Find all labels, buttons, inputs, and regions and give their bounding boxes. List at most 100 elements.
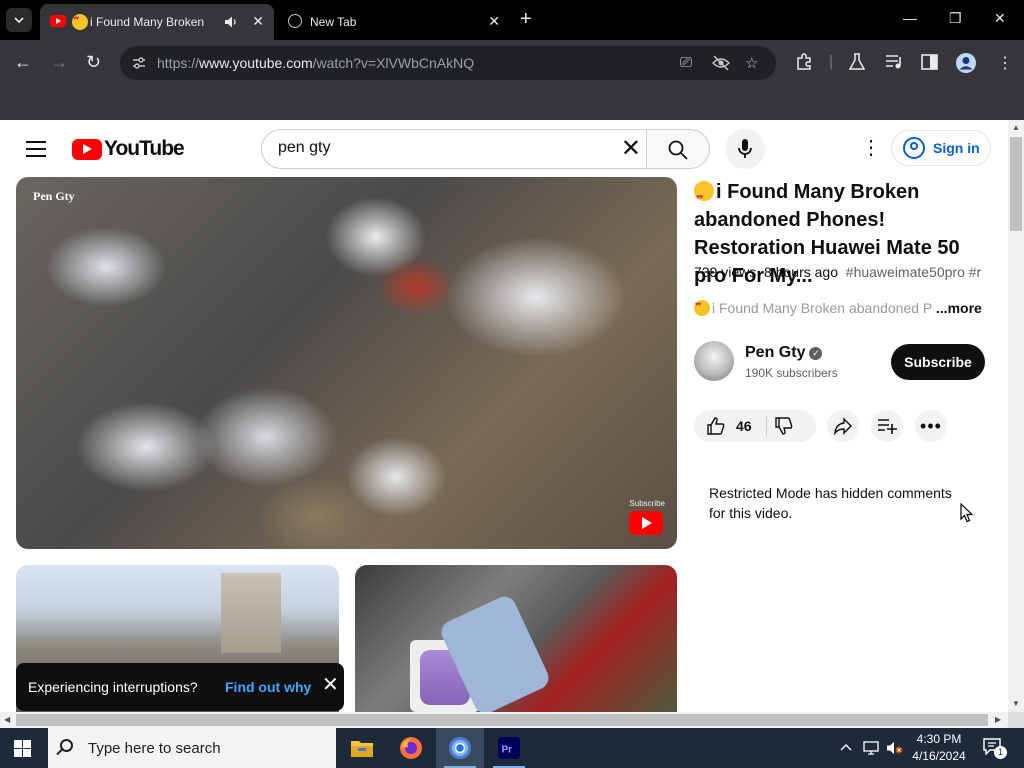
chevron-down-icon bbox=[14, 17, 24, 24]
profile-avatar-icon[interactable] bbox=[955, 52, 977, 74]
side-panel-icon[interactable] bbox=[921, 54, 938, 70]
microphone-icon bbox=[738, 139, 752, 158]
scroll-down-arrow-icon[interactable]: ▼ bbox=[1012, 699, 1020, 708]
search-button[interactable] bbox=[646, 129, 710, 169]
youtube-play-icon bbox=[72, 138, 102, 160]
star-struck-emoji-icon bbox=[694, 300, 710, 316]
mouse-cursor-icon bbox=[960, 503, 974, 523]
firefox-app[interactable] bbox=[387, 728, 435, 768]
settings-kebab-icon[interactable]: ⋮ bbox=[861, 138, 881, 158]
windows-taskbar: Type here to search Pr 4:30 PM 4/16/2024… bbox=[0, 728, 1024, 768]
account-circle-icon bbox=[903, 137, 925, 159]
subscribe-watermark-label: Subscribe bbox=[629, 499, 665, 508]
tab-title: i Found Many Broken abandoned Phones! Re… bbox=[90, 15, 208, 29]
restore-icon[interactable]: ❐ bbox=[949, 10, 962, 27]
close-toast-icon[interactable]: ✕ bbox=[322, 675, 339, 695]
search-input[interactable] bbox=[278, 139, 608, 157]
save-to-playlist-button[interactable] bbox=[871, 410, 903, 442]
network-icon[interactable] bbox=[863, 741, 879, 755]
search-box: ✕ bbox=[261, 129, 647, 169]
vertical-scroll-thumb[interactable] bbox=[1010, 137, 1022, 231]
chrome-app[interactable] bbox=[436, 728, 484, 768]
vertical-scrollbar[interactable]: ▲ ▼ bbox=[1008, 120, 1024, 712]
install-app-icon[interactable]: ⎚ bbox=[680, 54, 692, 71]
browser-menu-kebab-icon[interactable]: ⋮ bbox=[997, 53, 1013, 73]
firefox-icon bbox=[400, 737, 422, 759]
scroll-right-arrow-icon[interactable]: ▶ bbox=[995, 715, 1001, 724]
horizontal-scrollbar[interactable]: ◀ ▶ bbox=[0, 712, 1008, 728]
hamburger-menu-icon[interactable] bbox=[26, 141, 46, 157]
like-dislike-group: 46 bbox=[694, 410, 816, 442]
video-meta: 739 views 8 hours ago #huaweimate50pro #… bbox=[694, 264, 984, 280]
building-image bbox=[221, 573, 281, 653]
thumbs-up-icon bbox=[707, 417, 725, 435]
tab-youtube[interactable]: i Found Many Broken abandoned Phones! Re… bbox=[40, 4, 274, 40]
sign-in-label: Sign in bbox=[933, 140, 980, 156]
media-controls-icon[interactable] bbox=[885, 54, 903, 70]
sign-in-button[interactable]: Sign in bbox=[891, 130, 991, 166]
youtube-masthead: YouTube ✕ ⋮ Sign in bbox=[0, 120, 1008, 178]
svg-text:Pr: Pr bbox=[502, 745, 513, 756]
youtube-logo[interactable]: YouTube bbox=[72, 137, 185, 161]
like-button[interactable]: 46 bbox=[694, 410, 764, 442]
forward-arrow-icon[interactable]: → bbox=[50, 52, 68, 72]
channel-avatar[interactable] bbox=[694, 341, 734, 381]
related-video-thumbnail[interactable] bbox=[355, 565, 677, 712]
subscriber-count: 190K subscribers bbox=[745, 366, 838, 380]
clock-date: 4/16/2024 bbox=[912, 749, 966, 763]
browser-toolbar: ← → ↻ https://www.youtube.com/watch?v=Xl… bbox=[0, 40, 1024, 86]
system-clock[interactable]: 4:30 PM 4/16/2024 bbox=[908, 731, 970, 765]
upload-time: 8 hours ago bbox=[764, 264, 838, 280]
close-window-icon[interactable]: ✕ bbox=[994, 10, 1006, 27]
scrollbar-corner bbox=[1008, 712, 1024, 728]
video-description[interactable]: i Found Many Broken abandoned P ...more bbox=[694, 300, 994, 316]
thumbs-down-icon[interactable] bbox=[774, 416, 794, 436]
taskbar-search-box[interactable]: Type here to search bbox=[48, 728, 336, 768]
site-info-tune-icon[interactable] bbox=[132, 56, 146, 70]
show-more-link[interactable]: ...more bbox=[936, 300, 982, 316]
youtube-page: YouTube ✕ ⋮ Sign in Pen Gty Subscribe Ex… bbox=[0, 120, 1008, 712]
more-horizontal-icon: ••• bbox=[920, 416, 942, 436]
volume-muted-icon[interactable] bbox=[886, 741, 904, 755]
notification-count-badge: 1 bbox=[994, 746, 1007, 759]
scroll-left-arrow-icon[interactable]: ◀ bbox=[4, 715, 10, 724]
share-button[interactable] bbox=[827, 410, 859, 442]
windows-start-icon[interactable] bbox=[14, 740, 32, 757]
tab-search-button[interactable] bbox=[6, 8, 32, 32]
file-explorer-app[interactable] bbox=[338, 728, 386, 768]
labs-flask-icon[interactable] bbox=[849, 53, 865, 71]
globe-icon bbox=[288, 14, 302, 28]
folder-icon bbox=[351, 741, 373, 757]
hashtags[interactable]: #huaweimate50pro #r bbox=[846, 264, 981, 280]
search-icon bbox=[60, 739, 73, 752]
subscribe-watermark-icon[interactable] bbox=[629, 511, 663, 535]
taskbar-search-placeholder: Type here to search bbox=[88, 739, 221, 757]
clear-search-icon[interactable]: ✕ bbox=[621, 136, 641, 162]
new-tab-plus-icon[interactable]: + bbox=[520, 8, 532, 31]
clock-time: 4:30 PM bbox=[916, 732, 962, 746]
video-player[interactable]: Pen Gty Subscribe bbox=[16, 177, 677, 549]
tab-title: New Tab bbox=[310, 15, 357, 29]
scroll-up-arrow-icon[interactable]: ▲ bbox=[1012, 123, 1020, 132]
close-tab-icon[interactable]: ✕ bbox=[488, 13, 500, 30]
voice-search-button[interactable] bbox=[725, 129, 765, 169]
reload-icon[interactable]: ↻ bbox=[86, 52, 101, 72]
find-out-why-link[interactable]: Find out why bbox=[225, 679, 311, 695]
notification-center-button[interactable]: 1 bbox=[982, 737, 1007, 759]
show-hidden-icons-chevron-icon[interactable] bbox=[840, 742, 852, 752]
subscribe-button[interactable]: Subscribe bbox=[891, 344, 985, 380]
eye-off-icon[interactable] bbox=[712, 55, 730, 71]
youtube-favicon-icon bbox=[50, 15, 66, 27]
channel-name[interactable]: Pen Gty ✓ bbox=[745, 344, 823, 362]
premiere-pro-app[interactable]: Pr bbox=[485, 728, 533, 768]
tab-new-tab[interactable]: New Tab ✕ bbox=[278, 4, 510, 40]
back-arrow-icon[interactable]: ← bbox=[14, 52, 32, 72]
speaker-icon[interactable] bbox=[224, 15, 238, 29]
bookmark-star-icon[interactable]: ☆ bbox=[745, 54, 758, 72]
horizontal-scroll-thumb[interactable] bbox=[16, 714, 988, 726]
extensions-puzzle-icon[interactable] bbox=[795, 53, 813, 71]
minimize-icon[interactable]: — bbox=[903, 10, 917, 26]
address-bar[interactable]: https://www.youtube.com/watch?v=XlVWbCnA… bbox=[120, 46, 776, 80]
more-actions-button[interactable]: ••• bbox=[915, 410, 947, 442]
close-tab-icon[interactable]: ✕ bbox=[252, 13, 264, 30]
